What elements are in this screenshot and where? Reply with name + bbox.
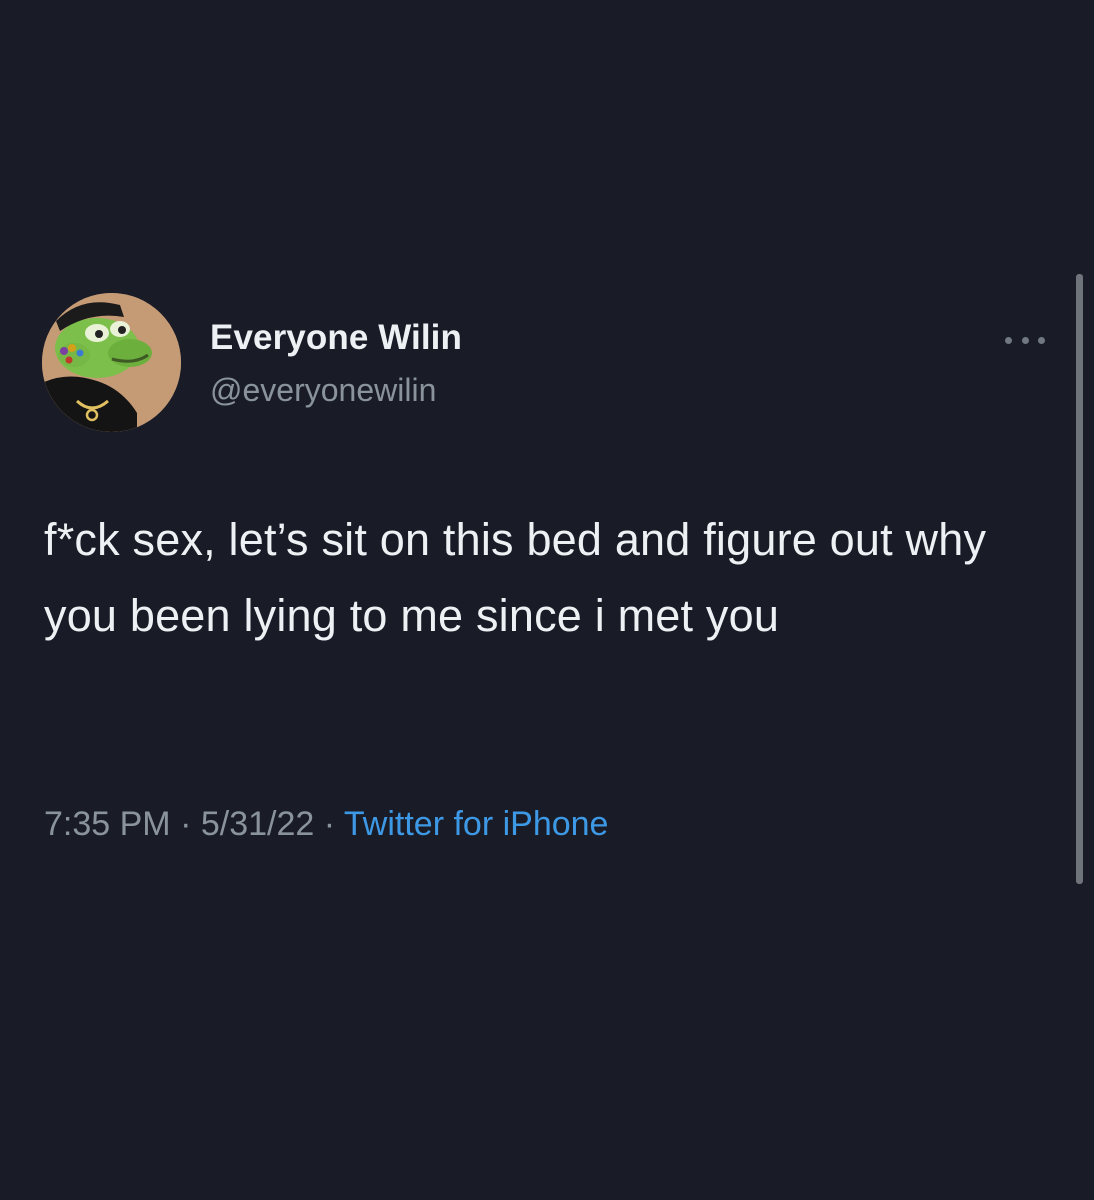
scrollbar[interactable] xyxy=(1076,274,1083,884)
more-options-button[interactable] xyxy=(1003,326,1047,354)
avatar[interactable] xyxy=(42,293,181,432)
separator: · xyxy=(170,805,201,843)
more-dots-icon xyxy=(1038,336,1045,344)
tweet-card: Everyone Wilin @everyonewilin f*ck sex, … xyxy=(0,0,1094,1200)
tweet-time[interactable]: 7:35 PM xyxy=(44,805,171,843)
tweet-date[interactable]: 5/31/22 xyxy=(201,805,314,843)
more-dots-icon xyxy=(1021,336,1029,344)
display-name[interactable]: Everyone Wilin xyxy=(210,318,462,358)
cartoon-frog-avatar-icon xyxy=(42,293,181,432)
separator: · xyxy=(314,805,344,843)
more-dots-icon xyxy=(1005,336,1012,344)
tweet-text: f*ck sex, let’s sit on this bed and figu… xyxy=(44,514,987,641)
user-handle[interactable]: @everyonewilin xyxy=(210,372,436,409)
tweet-metadata: 7:35 PM · 5/31/22 · Twitter for iPhone xyxy=(44,805,608,844)
tweet-source-link[interactable]: Twitter for iPhone xyxy=(344,805,609,843)
